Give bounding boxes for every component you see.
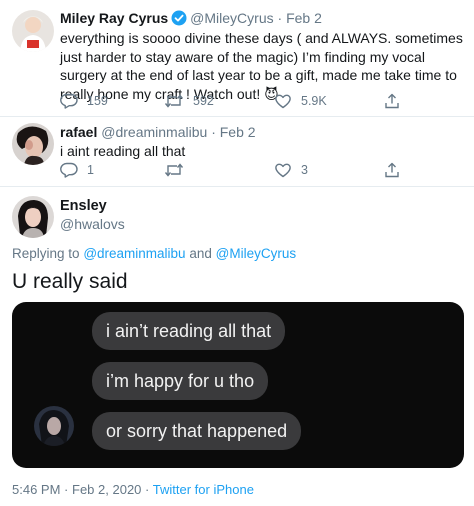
reply-button[interactable]: 1 — [60, 162, 94, 178]
author-handle[interactable]: @hwalovs — [60, 216, 125, 232]
share-button[interactable] — [384, 162, 400, 178]
tweet-text: i aint reading all that — [60, 143, 186, 159]
chat-avatar — [34, 406, 74, 446]
tweet-text: everything is soooo divine these days ( … — [60, 30, 463, 102]
reply-count: 159 — [87, 94, 108, 108]
tweet-miley[interactable]: Miley Ray Cyrus @MileyCyrus · Feb 2 every… — [0, 0, 474, 116]
tweet-actions: 159 592 5.9K — [60, 93, 464, 111]
tweet-date[interactable]: Feb 2 — [286, 10, 322, 26]
separator-dot: · — [211, 124, 216, 140]
like-button[interactable]: 5.9K — [274, 93, 327, 109]
author-name[interactable]: Miley Ray Cyrus — [60, 10, 168, 26]
replying-and: and — [189, 246, 212, 261]
tweet-actions: 1 3 — [60, 162, 464, 180]
avatar-ensley[interactable] — [12, 196, 54, 238]
share-button[interactable] — [384, 93, 400, 109]
reply-button[interactable]: 159 — [60, 93, 108, 109]
replying-prefix: Replying to — [12, 246, 80, 261]
share-icon — [384, 93, 400, 109]
like-button[interactable]: 3 — [274, 162, 308, 178]
retweet-icon — [164, 93, 184, 109]
tweet-date[interactable]: Feb 2 — [220, 124, 256, 140]
retweet-button[interactable] — [164, 162, 193, 178]
heart-icon — [274, 162, 292, 178]
retweet-count: 592 — [193, 94, 214, 108]
author-handle[interactable]: @dreaminmalibu — [101, 124, 207, 140]
reply-icon — [60, 93, 78, 109]
tweet-source-link[interactable]: Twitter for iPhone — [153, 482, 254, 497]
tweet-text: U really said — [12, 270, 128, 293]
tweet-footer: 5:46 PM · Feb 2, 2020 · Twitter for iPho… — [12, 482, 254, 497]
author-name[interactable]: rafael — [60, 124, 97, 140]
retweet-icon — [164, 162, 184, 178]
share-icon — [384, 162, 400, 178]
replying-user-link[interactable]: @dreaminmalibu — [83, 246, 185, 261]
separator-dot: · — [64, 482, 69, 497]
separator-dot: · — [145, 482, 150, 497]
message-bubble: i ain’t reading all that — [92, 312, 286, 350]
reply-count: 1 — [87, 163, 94, 177]
message-bubble: or sorry that happened — [92, 412, 302, 450]
author-handle[interactable]: @MileyCyrus — [190, 10, 273, 26]
tweet-rafael[interactable]: rafael @dreaminmalibu · Feb 2 i aint rea… — [0, 117, 474, 185]
tweet-header: rafael @dreaminmalibu · Feb 2 — [60, 124, 256, 140]
replying-user-link[interactable]: @MileyCyrus — [216, 246, 296, 261]
divider — [0, 186, 474, 187]
tweet-media-image[interactable]: i ain’t reading all that i’m happy for u… — [12, 302, 464, 468]
reply-icon — [60, 162, 78, 178]
separator-dot: · — [277, 10, 283, 26]
like-count: 3 — [301, 163, 308, 177]
avatar-miley[interactable] — [12, 10, 54, 52]
avatar-rafael[interactable] — [12, 123, 54, 165]
verified-badge-icon — [171, 10, 187, 29]
message-bubble: i’m happy for u tho — [92, 362, 269, 400]
author-name[interactable]: Ensley — [60, 198, 107, 214]
retweet-button[interactable]: 592 — [164, 93, 214, 109]
tweet-time[interactable]: 5:46 PM — [12, 482, 60, 497]
replying-to: Replying to @dreaminmalibu and @MileyCyr… — [12, 246, 296, 261]
tweet-header: Miley Ray Cyrus @MileyCyrus · Feb 2 — [60, 10, 322, 29]
tweet-full-date[interactable]: Feb 2, 2020 — [72, 482, 141, 497]
like-count: 5.9K — [301, 94, 327, 108]
heart-icon — [274, 93, 292, 109]
